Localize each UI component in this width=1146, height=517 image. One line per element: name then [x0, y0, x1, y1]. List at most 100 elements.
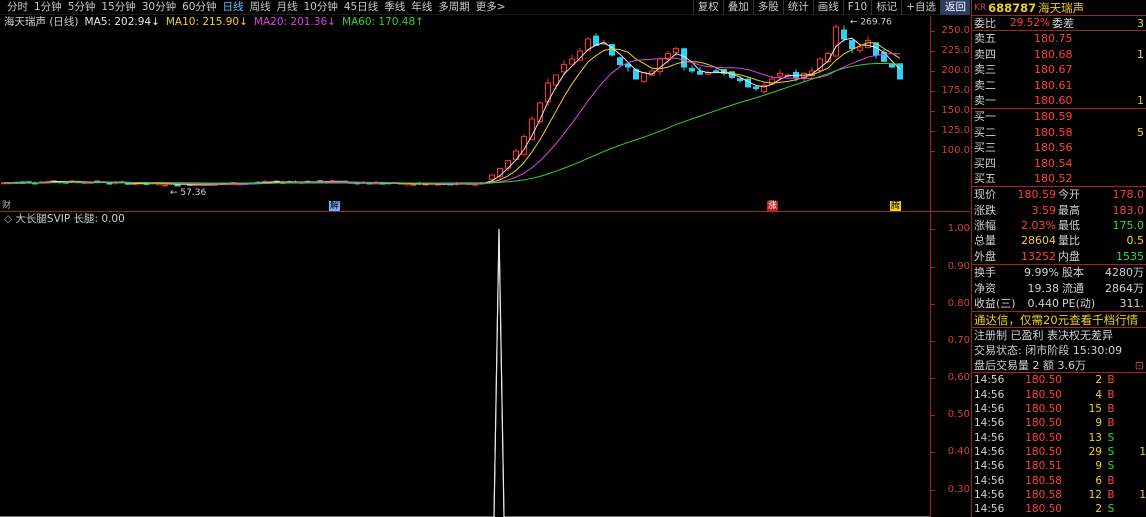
- indicator-tick-mark: [931, 304, 935, 305]
- tick-side: S: [1107, 445, 1115, 458]
- period-tab-14[interactable]: 更多>: [473, 0, 509, 14]
- bid-book: 买一 180.59 买二 180.58 5 买三 180.56 买四 180.54 买五 180.5…: [972, 109, 1146, 188]
- tool-button-5[interactable]: F10: [842, 0, 871, 15]
- candle-body: [569, 58, 575, 65]
- period-tab-10[interactable]: 45日线: [341, 0, 381, 14]
- quote-row-1: 涨跌 3.59 最高 183.0: [972, 203, 1146, 218]
- candle-body: [689, 68, 695, 72]
- quote-value: 2.03%: [1021, 219, 1056, 233]
- bid-row-2: 买二 180.58 5: [972, 125, 1146, 140]
- bid-row-1-price: 180.59: [1034, 110, 1073, 124]
- tick-extra: [1120, 402, 1146, 416]
- tick-price: 180.50: [1025, 374, 1062, 387]
- tick-row: 14:56 180.51 9 S: [972, 459, 1146, 473]
- period-tab-4[interactable]: 30分钟: [139, 0, 179, 14]
- indicator-tick-mark: [931, 229, 935, 230]
- period-tab-9[interactable]: 10分钟: [301, 0, 341, 14]
- ask-row-3-label: 卖三: [974, 63, 996, 77]
- price-tick-label: 200.0: [941, 65, 970, 76]
- period-tab-1[interactable]: 1分钟: [31, 0, 65, 14]
- tool-button-3[interactable]: 统计: [782, 0, 813, 15]
- weibi-row: 委比 29.52% 委差 3: [972, 16, 1146, 32]
- quote2-value: 9.99%: [1024, 266, 1059, 280]
- candle-body: [897, 63, 903, 80]
- period-tab-7[interactable]: 周线: [247, 0, 274, 14]
- tick-price: 180.50: [1025, 445, 1062, 458]
- quote2-label: 净资: [974, 281, 996, 295]
- tool-button-2[interactable]: 多股: [752, 0, 783, 15]
- bid-row-2-gap: [1074, 125, 1106, 140]
- tick-list[interactable]: 14:56 180.50 2 B 14:56 180.50 4 B 14:56 180.50 15 B…: [972, 373, 1146, 517]
- event-marker-4[interactable]: 腾: [890, 201, 902, 211]
- period-tab-2[interactable]: 5分钟: [65, 0, 99, 14]
- indicator-tick-label: 0.50: [947, 409, 970, 420]
- kline-chart[interactable]: ← 269.76 ← 57.36: [0, 16, 970, 212]
- ma10-line: [3, 42, 901, 186]
- candle: [897, 63, 903, 80]
- period-tab-5[interactable]: 60分钟: [179, 0, 219, 14]
- period-tab-12[interactable]: 年线: [408, 0, 435, 14]
- tick-volume: 9: [1095, 460, 1102, 473]
- period-tab-3[interactable]: 15分钟: [98, 0, 138, 14]
- indicator-axis: 1.00 0.90 0.80 0.70 0.60 0.50 0.40 0.30: [930, 212, 970, 517]
- tick-price: 180.58: [1025, 488, 1062, 501]
- quote2-value-2: 4280万: [1105, 266, 1144, 280]
- price-tick-mark: [931, 131, 935, 132]
- ma5-line: [3, 37, 901, 186]
- period-tab-11[interactable]: 季线: [381, 0, 408, 14]
- promo-banner[interactable]: 通达信，仅需20元查看千档行情: [972, 312, 1146, 329]
- ask-row-5-price: 180.60: [1034, 93, 1073, 107]
- expand-icon[interactable]: ⊡: [1135, 358, 1144, 373]
- ask-row-2-price: 180.68: [1034, 47, 1073, 61]
- candle: [689, 65, 695, 74]
- tool-button-7[interactable]: +自选: [901, 0, 940, 15]
- tick-extra: [1120, 474, 1146, 488]
- bid-row-3-volume: [1106, 140, 1146, 155]
- tool-button-6[interactable]: 标记: [871, 0, 901, 15]
- indicator-tick-label: 1.00: [947, 223, 970, 234]
- tick-side: B: [1107, 488, 1115, 501]
- tick-extra: [1120, 416, 1146, 430]
- period-tab-0[interactable]: 分时: [4, 0, 31, 14]
- event-marker-2[interactable]: 解: [329, 201, 341, 211]
- stock-code[interactable]: 688787: [988, 1, 1036, 15]
- period-tab-6[interactable]: 日线: [220, 0, 247, 14]
- candle: [833, 24, 839, 58]
- bid-row-3: 买三 180.56: [972, 140, 1146, 155]
- tool-button-4[interactable]: 画线: [812, 0, 843, 15]
- tool-button-1[interactable]: 叠加: [722, 0, 753, 15]
- tick-row: 14:56 180.50 4B: [972, 388, 1146, 402]
- event-marker-1[interactable]: 财: [2, 201, 11, 211]
- bid-row-3-label: 买三: [974, 141, 996, 155]
- period-tab-13[interactable]: 多周期: [435, 0, 473, 14]
- ask-row-3-spacer: [998, 62, 1034, 77]
- tool-button-8[interactable]: 返回: [940, 0, 970, 15]
- bid-row-4-price: 180.54: [1034, 156, 1073, 170]
- event-marker-3[interactable]: 涨: [767, 201, 779, 211]
- tick-row: 14:56 180.58 6 B: [972, 474, 1146, 488]
- weicha-value: 3: [1137, 17, 1144, 30]
- tool-button-0[interactable]: 复权: [692, 0, 723, 15]
- tick-price: 180.50: [1025, 431, 1062, 444]
- stock-name[interactable]: 海天瑞声: [1038, 0, 1084, 16]
- tick-time: 14:56: [974, 431, 1005, 444]
- candle-body: [697, 70, 703, 75]
- bid-row-1-gap: [1074, 109, 1106, 124]
- quote2-label: 收益(三): [974, 297, 1016, 311]
- bid-row-5-gap: [1074, 171, 1106, 186]
- stock-header: KR 688787 海天瑞声: [972, 0, 1146, 16]
- quote-value-2: 175.0: [1112, 219, 1145, 233]
- period-tab-8[interactable]: 月线: [274, 0, 301, 14]
- quote-row-4: 外盘 13252 内盘 1535: [972, 249, 1146, 264]
- indicator-tick-label: 0.40: [947, 446, 970, 457]
- ask-row-1-price: 180.75: [1034, 32, 1073, 46]
- indicator-line: [0, 228, 930, 517]
- tick-price: 180.50: [1025, 417, 1062, 430]
- indicator-tick-label: 0.60: [947, 372, 970, 383]
- indicator-tick-mark: [931, 341, 935, 342]
- candle-body: [673, 48, 679, 53]
- price-tick-mark: [931, 151, 935, 152]
- indicator-chart[interactable]: [0, 212, 930, 517]
- low-price-label: ← 57.36: [170, 188, 206, 198]
- tick-side: S: [1107, 503, 1115, 516]
